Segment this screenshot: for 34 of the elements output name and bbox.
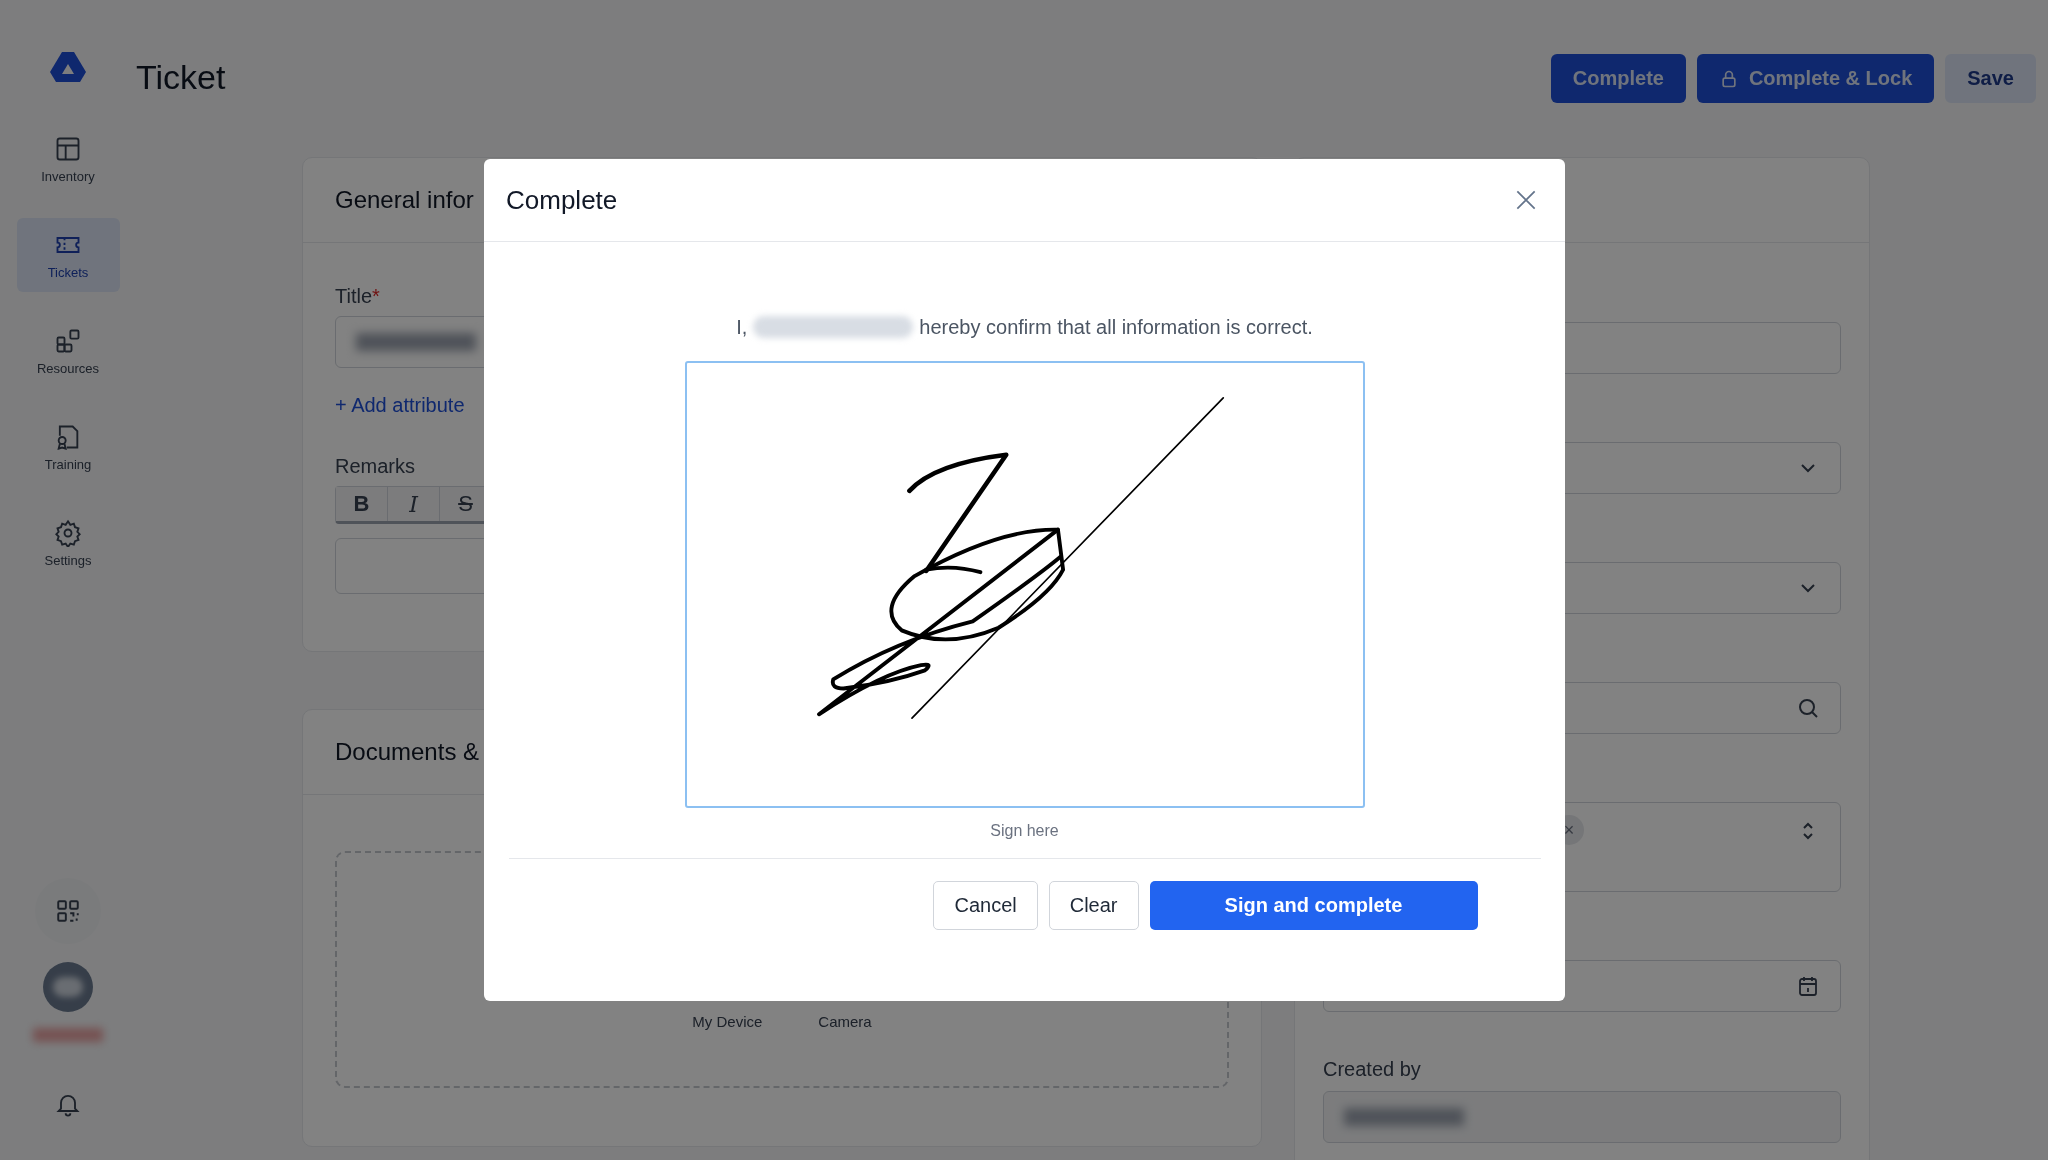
statement-text: hereby confirm that all information is correct. — [919, 315, 1313, 339]
dialog-button[interactable]: Cancel — [933, 881, 1038, 930]
blurred-label — [33, 1028, 103, 1042]
required-mark: * — [372, 285, 380, 307]
calendar-icon — [1796, 974, 1820, 998]
signature-hint: Sign here — [990, 822, 1059, 840]
logo-icon — [48, 50, 88, 84]
nav-item[interactable]: Settings — [16, 506, 120, 580]
nav-item[interactable]: Resources — [16, 314, 120, 388]
nav-item[interactable]: Inventory — [16, 122, 120, 196]
dialog-title: Complete — [506, 184, 618, 216]
card-title: General infor — [335, 186, 474, 214]
card-title: Documents & — [335, 738, 480, 766]
avatar[interactable] — [43, 962, 93, 1012]
bold-button[interactable]: B — [336, 487, 388, 521]
field-label: Remarks — [335, 455, 415, 477]
qr-code-icon — [55, 898, 81, 924]
upload-source-option[interactable]: My Device — [692, 1013, 763, 1030]
search-icon — [1796, 696, 1820, 720]
complete-button[interactable]: Complete — [1550, 54, 1686, 103]
page-title: Ticket — [136, 58, 226, 97]
upload-source-option[interactable]: Camera — [818, 1013, 872, 1030]
sign-button[interactable]: Sign and complete — [1149, 881, 1478, 930]
add-attribute-link[interactable]: + Add attribute — [335, 394, 465, 417]
field-label: Title — [335, 285, 373, 307]
statement-text: I, — [736, 315, 748, 339]
complete-lock-button[interactable]: Complete & Lock — [1696, 54, 1935, 103]
save-button[interactable]: Save — [1945, 54, 2036, 103]
nav-item[interactable]: Tickets — [16, 218, 120, 292]
settings-icon — [54, 518, 82, 547]
italic-button[interactable]: I — [388, 487, 440, 521]
field-label: Created by — [1323, 1058, 1422, 1081]
dialog-button[interactable]: Clear — [1048, 881, 1139, 930]
nav-item[interactable]: Training — [16, 410, 120, 484]
